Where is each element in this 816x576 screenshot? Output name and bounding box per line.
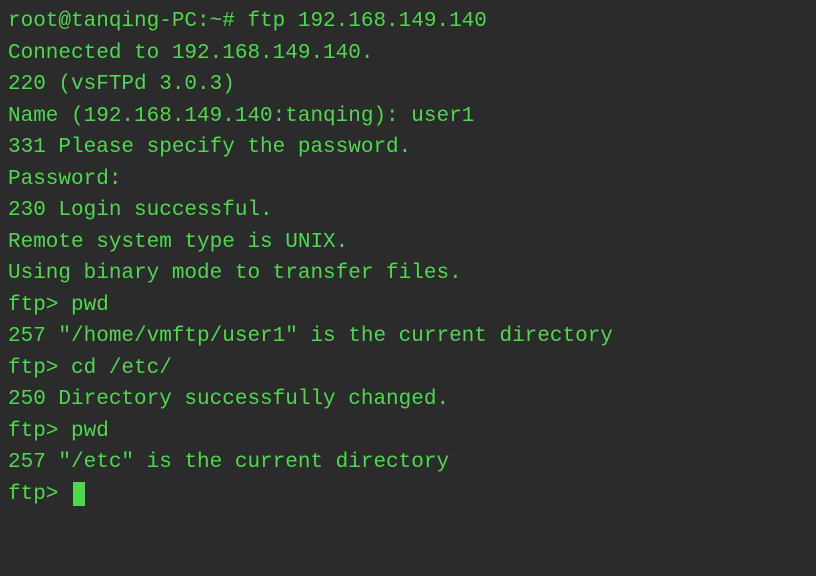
terminal-prompt: ftp> [8,483,71,506]
terminal-line: ftp> cd /etc/ [8,353,808,385]
terminal-output[interactable]: root@tanqing-PC:~# ftp 192.168.149.140 C… [8,6,808,510]
terminal-line: 220 (vsFTPd 3.0.3) [8,69,808,101]
terminal-line: ftp> pwd [8,290,808,322]
terminal-line: 331 Please specify the password. [8,132,808,164]
cursor-icon [73,482,85,506]
terminal-line: 250 Directory successfully changed. [8,384,808,416]
terminal-line: 257 "/etc" is the current directory [8,447,808,479]
terminal-line: Name (192.168.149.140:tanqing): user1 [8,101,808,133]
terminal-line: 230 Login successful. [8,195,808,227]
terminal-line: Remote system type is UNIX. [8,227,808,259]
terminal-prompt-line[interactable]: ftp> [8,479,808,511]
terminal-line: Using binary mode to transfer files. [8,258,808,290]
terminal-line: root@tanqing-PC:~# ftp 192.168.149.140 [8,6,808,38]
terminal-line: Password: [8,164,808,196]
terminal-line: 257 "/home/vmftp/user1" is the current d… [8,321,808,353]
terminal-line: ftp> pwd [8,416,808,448]
terminal-line: Connected to 192.168.149.140. [8,38,808,70]
